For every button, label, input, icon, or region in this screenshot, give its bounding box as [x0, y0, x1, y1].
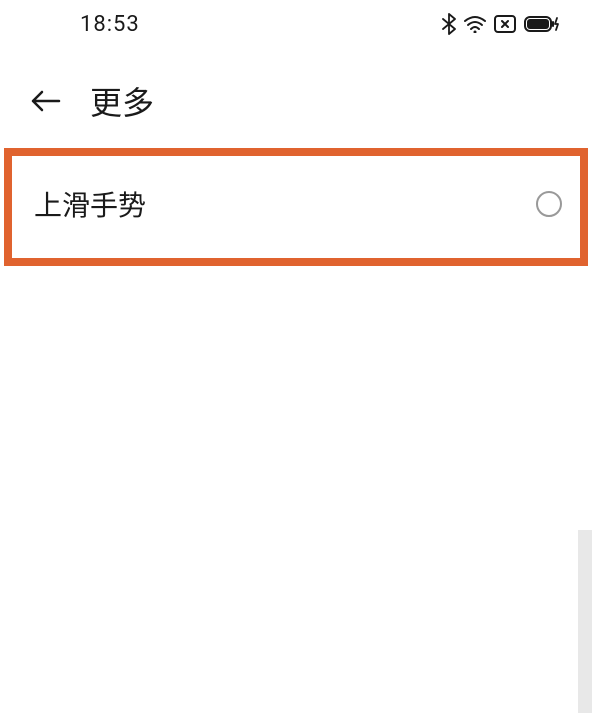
status-time: 18:53 [80, 12, 140, 37]
page-title: 更多 [90, 78, 154, 124]
battery-icon [524, 15, 560, 33]
radio-unchecked-icon[interactable] [536, 191, 562, 217]
back-button[interactable] [30, 85, 62, 117]
bluetooth-icon [442, 13, 456, 35]
swipe-gesture-item[interactable]: 上滑手势 [12, 156, 580, 258]
status-icons [442, 13, 560, 35]
item-label: 上滑手势 [34, 184, 146, 224]
highlighted-list-item: 上滑手势 [4, 148, 588, 266]
wifi-icon [464, 15, 486, 33]
arrow-left-icon [31, 89, 61, 113]
scrollbar[interactable] [578, 530, 592, 713]
page-header: 更多 [0, 48, 592, 144]
status-bar: 18:53 [0, 0, 592, 48]
cast-close-icon [494, 15, 516, 33]
